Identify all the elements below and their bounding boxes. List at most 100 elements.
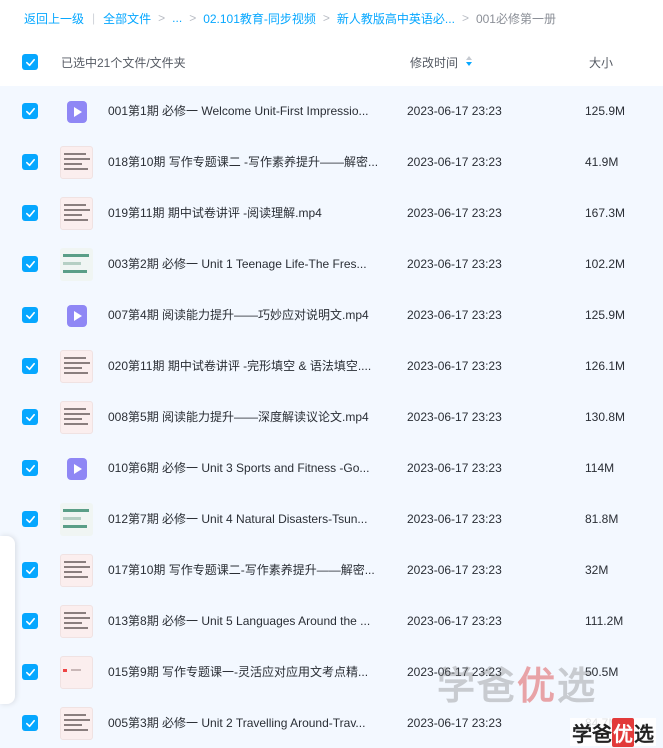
row-checkbox[interactable] <box>22 154 38 170</box>
modified-time: 2023-06-17 23:23 <box>407 104 502 118</box>
file-name[interactable]: 020第11期 期中试卷讲评 -完形填空 & 语法填空.... <box>108 341 371 392</box>
checkmark-icon <box>25 719 35 727</box>
file-row[interactable]: 017第10期 写作专题课二-写作素养提升——解密... 2023-06-17 2… <box>0 545 663 596</box>
file-name[interactable]: 001第1期 必修一 Welcome Unit-First Impressio.… <box>108 86 369 137</box>
modified-time: 2023-06-17 23:23 <box>407 410 502 424</box>
sort-icon[interactable] <box>466 56 473 68</box>
file-name[interactable]: 010第6期 必修一 Unit 3 Sports and Fitness -Go… <box>108 443 369 494</box>
file-name[interactable]: 008第5期 阅读能力提升——深度解读议论文.mp4 <box>108 392 369 443</box>
file-name[interactable]: 013第8期 必修一 Unit 5 Languages Around the .… <box>108 596 370 647</box>
row-checkbox[interactable] <box>22 562 38 578</box>
video-thumbnail <box>60 605 93 638</box>
separator: | <box>92 11 96 25</box>
play-icon <box>66 457 87 480</box>
checkmark-icon <box>25 668 35 676</box>
video-thumbnail <box>60 401 93 434</box>
row-checkbox[interactable] <box>22 460 38 476</box>
size-header[interactable]: 大小 <box>589 54 613 71</box>
breadcrumb-folder-1[interactable]: 02.101教育-同步视频 <box>203 10 316 27</box>
file-row[interactable]: 010第6期 必修一 Unit 3 Sports and Fitness -Go… <box>0 443 663 494</box>
checkmark-icon <box>25 107 35 115</box>
modified-time-header: 修改时间 <box>410 55 459 70</box>
file-name[interactable]: 003第2期 必修一 Unit 1 Teenage Life-The Fres.… <box>108 239 367 290</box>
chevron-right-icon: > <box>158 11 166 25</box>
file-name[interactable]: 019第11期 期中试卷讲评 -阅读理解.mp4 <box>108 188 322 239</box>
breadcrumb-ellipsis[interactable]: ... <box>172 11 182 25</box>
watermark-text: 优 <box>612 717 634 747</box>
checkmark-icon <box>25 617 35 625</box>
file-name[interactable]: 012第7期 必修一 Unit 4 Natural Disasters-Tsun… <box>108 494 367 545</box>
row-checkbox[interactable] <box>22 409 38 425</box>
chevron-right-icon: > <box>461 11 469 25</box>
modified-time: 2023-06-17 23:23 <box>407 461 502 475</box>
file-name[interactable]: 018第10期 写作专题课二 -写作素养提升——解密... <box>108 137 378 188</box>
chevron-right-icon: > <box>322 11 330 25</box>
sort-by-modified-time[interactable]: 修改时间 <box>410 54 473 71</box>
selected-count-label: 已选中21个文件/文件夹 <box>61 55 186 70</box>
chevron-right-icon: > <box>189 11 197 25</box>
row-checkbox[interactable] <box>22 205 38 221</box>
modified-time: 2023-06-17 23:23 <box>407 563 502 577</box>
checkmark-icon <box>25 58 35 66</box>
checkmark-icon <box>25 566 35 574</box>
file-name[interactable]: 017第10期 写作专题课二-写作素养提升——解密... <box>108 545 375 596</box>
breadcrumb-folder-2[interactable]: 新人教版高中英语必... <box>337 10 455 27</box>
checkmark-icon <box>25 515 35 523</box>
video-thumbnail <box>60 656 93 689</box>
row-checkbox[interactable] <box>22 307 38 323</box>
file-row[interactable]: 020第11期 期中试卷讲评 -完形填空 & 语法填空.... 2023-06-1… <box>0 341 663 392</box>
modified-time: 2023-06-17 23:23 <box>407 614 502 628</box>
side-panel-tab[interactable] <box>0 536 15 704</box>
checkmark-icon <box>25 158 35 166</box>
file-size: 125.9M <box>585 104 626 118</box>
breadcrumb-current: 001必修第一册 <box>475 11 556 26</box>
video-thumbnail <box>60 146 93 179</box>
row-checkbox[interactable] <box>22 358 38 374</box>
file-size: 102.2M <box>585 257 626 271</box>
video-file-icon <box>60 299 93 332</box>
file-row[interactable]: 008第5期 阅读能力提升——深度解读议论文.mp4 2023-06-17 23:… <box>0 392 663 443</box>
file-row[interactable]: 012第7期 必修一 Unit 4 Natural Disasters-Tsun… <box>0 494 663 545</box>
file-size: 111.2M <box>585 614 624 628</box>
file-size: 32M <box>585 563 609 577</box>
checkmark-icon <box>25 413 35 421</box>
play-icon <box>66 100 87 123</box>
file-size: 126.1M <box>585 359 626 373</box>
row-checkbox[interactable] <box>22 664 38 680</box>
file-row[interactable]: 003第2期 必修一 Unit 1 Teenage Life-The Fres.… <box>0 239 663 290</box>
video-file-icon <box>60 452 93 485</box>
modified-time: 2023-06-17 23:23 <box>407 257 502 271</box>
file-row[interactable]: 018第10期 写作专题课二 -写作素养提升——解密... 2023-06-17 … <box>0 137 663 188</box>
file-row[interactable]: 001第1期 必修一 Welcome Unit-First Impressio.… <box>0 86 663 137</box>
select-all-checkbox[interactable] <box>22 54 38 70</box>
row-checkbox[interactable] <box>22 511 38 527</box>
play-icon <box>66 304 87 327</box>
file-size: 167.3M <box>585 206 626 220</box>
back-link[interactable]: 返回上一级 <box>24 10 84 27</box>
file-row[interactable]: 007第4期 阅读能力提升——巧妙应对说明文.mp4 2023-06-17 23:… <box>0 290 663 341</box>
checkmark-icon <box>25 362 35 370</box>
watermark-logo: 学爸优选 <box>437 652 633 712</box>
breadcrumb: 返回上一级 | 全部文件 > ... > 02.101教育-同步视频 > 新人教… <box>0 0 663 36</box>
video-thumbnail <box>60 503 93 536</box>
file-name[interactable]: 007第4期 阅读能力提升——巧妙应对说明文.mp4 <box>108 290 369 341</box>
file-row[interactable]: 013第8期 必修一 Unit 5 Languages Around the .… <box>0 596 663 647</box>
modified-time: 2023-06-17 23:23 <box>407 206 502 220</box>
checkmark-icon <box>25 464 35 472</box>
video-thumbnail <box>60 554 93 587</box>
watermark-text: 优 <box>517 665 558 708</box>
modified-time: 2023-06-17 23:23 <box>407 155 502 169</box>
row-checkbox[interactable] <box>22 103 38 119</box>
row-checkbox[interactable] <box>22 256 38 272</box>
file-name[interactable]: 015第9期 写作专题课一-灵活应对应用文考点精... <box>108 647 368 698</box>
breadcrumb-all-files[interactable]: 全部文件 <box>103 10 151 27</box>
row-checkbox[interactable] <box>22 613 38 629</box>
video-thumbnail <box>60 350 93 383</box>
file-size: 130.8M <box>585 410 626 424</box>
file-row[interactable]: 019第11期 期中试卷讲评 -阅读理解.mp4 2023-06-17 23:23… <box>0 188 663 239</box>
modified-time: 2023-06-17 23:23 <box>407 359 502 373</box>
file-name[interactable]: 005第3期 必修一 Unit 2 Travelling Around-Trav… <box>108 698 365 748</box>
row-checkbox[interactable] <box>22 715 38 731</box>
checkmark-icon <box>25 260 35 268</box>
watermark-text: 学爸 <box>437 665 518 708</box>
